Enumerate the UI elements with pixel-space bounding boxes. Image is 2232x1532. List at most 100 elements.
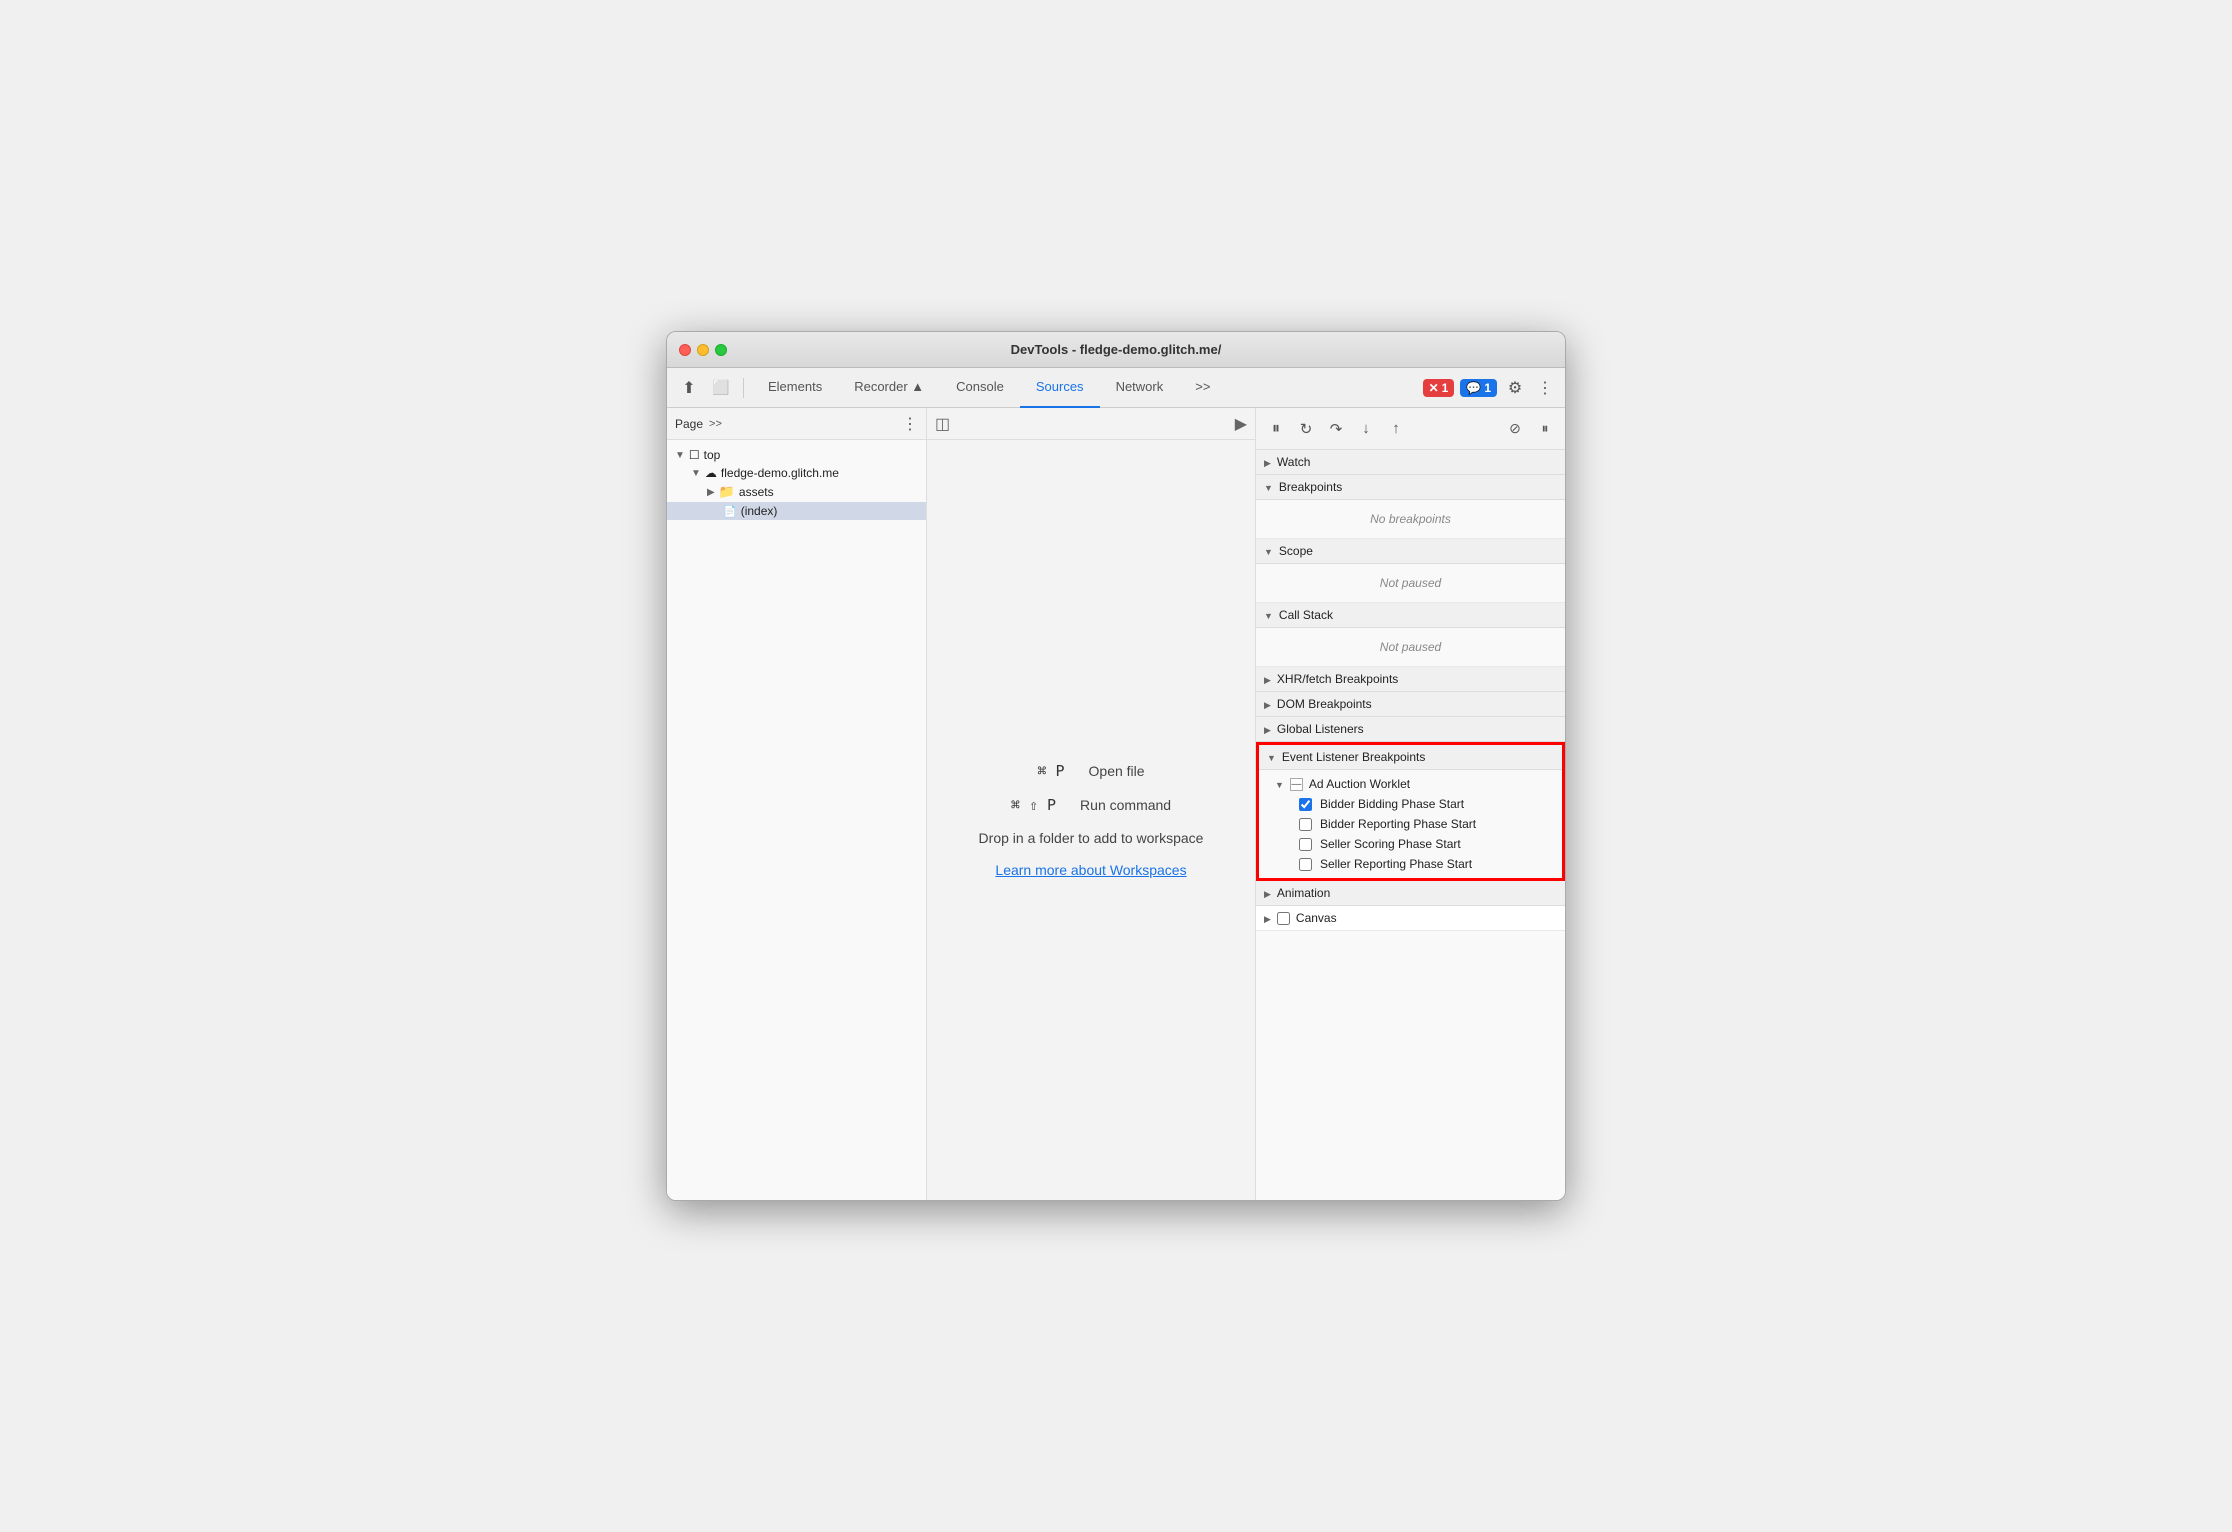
ad-auction-worklet-label: Ad Auction Worklet	[1309, 777, 1410, 791]
tab-recorder[interactable]: Recorder ▲	[838, 368, 940, 408]
global-listeners-chevron-icon	[1264, 722, 1271, 736]
right-panel-scroll[interactable]: Watch Breakpoints No breakpoints Scope N…	[1256, 450, 1565, 1200]
event-listener-breakpoints-header[interactable]: Event Listener Breakpoints	[1259, 745, 1562, 770]
tree-item-top[interactable]: ▼ ☐ top	[667, 446, 926, 464]
tree-item-index[interactable]: 📄 (index)	[667, 502, 926, 520]
tree-item-label: fledge-demo.glitch.me	[721, 466, 839, 480]
right-panel: ⏸ ↻ ↷ ↓ ↑ ⊘ ⏸ Watch Breakpoints	[1255, 408, 1565, 1200]
settings-icon[interactable]: ⚙	[1503, 376, 1527, 400]
message-icon: 💬	[1466, 381, 1481, 395]
bidder-bidding-phase-item[interactable]: Bidder Bidding Phase Start	[1259, 794, 1562, 814]
xhr-breakpoints-section-header[interactable]: XHR/fetch Breakpoints	[1256, 667, 1565, 692]
bidder-reporting-phase-item[interactable]: Bidder Reporting Phase Start	[1259, 814, 1562, 834]
scope-section-header[interactable]: Scope	[1256, 539, 1565, 564]
animation-label: Animation	[1277, 886, 1330, 900]
ad-auction-chevron-icon	[1275, 777, 1284, 791]
middle-toolbar: ◫ ▶	[927, 408, 1255, 440]
traffic-lights	[679, 344, 727, 356]
chevron-right-icon: ▶	[707, 487, 715, 498]
seller-scoring-checkbox[interactable]	[1299, 838, 1312, 851]
dom-breakpoints-section-header[interactable]: DOM Breakpoints	[1256, 692, 1565, 717]
breakpoints-label: Breakpoints	[1279, 480, 1342, 494]
run-command-label: Run command	[1080, 797, 1171, 813]
resume-icon[interactable]: ↻	[1294, 417, 1318, 441]
animation-section-header[interactable]: Animation	[1256, 881, 1565, 906]
step-into-icon[interactable]: ↓	[1354, 417, 1378, 441]
errors-badge[interactable]: ✕ 1	[1423, 379, 1455, 397]
toolbar-separator	[743, 378, 744, 398]
window-title: DevTools - fledge-demo.glitch.me/	[1011, 342, 1222, 357]
call-stack-body: Not paused	[1256, 628, 1565, 667]
more-options-icon[interactable]: ⋮	[1533, 376, 1557, 400]
event-listener-chevron-icon	[1267, 750, 1276, 764]
left-panel-toolbar: Page >> ⋮	[667, 408, 926, 440]
bidder-reporting-checkbox[interactable]	[1299, 818, 1312, 831]
pause-on-exception-icon[interactable]: ⏸	[1533, 417, 1557, 441]
tab-console[interactable]: Console	[940, 368, 1020, 408]
event-listener-breakpoints-section: Event Listener Breakpoints — Ad Auction …	[1256, 742, 1565, 881]
tree-item-label: assets	[739, 485, 774, 499]
worklet-section: — Ad Auction Worklet Bidder Bidding Phas…	[1259, 770, 1562, 878]
ad-auction-worklet-header[interactable]: — Ad Auction Worklet	[1259, 774, 1562, 794]
watch-section-header[interactable]: Watch	[1256, 450, 1565, 475]
tab-elements[interactable]: Elements	[752, 368, 838, 408]
seller-reporting-label: Seller Reporting Phase Start	[1320, 857, 1472, 871]
watch-label: Watch	[1277, 455, 1311, 469]
maximize-button[interactable]	[715, 344, 727, 356]
breakpoints-empty: No breakpoints	[1268, 506, 1553, 532]
canvas-chevron-icon	[1264, 911, 1271, 925]
tab-sources[interactable]: Sources	[1020, 368, 1100, 408]
open-file-row: ⌘ P Open file	[1037, 762, 1144, 780]
toolbar-right: ✕ 1 💬 1 ⚙ ⋮	[1423, 376, 1557, 400]
cloud-icon: ☁	[705, 466, 717, 480]
more-panels-icon[interactable]: >>	[709, 418, 722, 430]
xhr-breakpoints-label: XHR/fetch Breakpoints	[1277, 672, 1398, 686]
xhr-chevron-icon	[1264, 672, 1271, 686]
step-over-icon[interactable]: ↷	[1324, 417, 1348, 441]
canvas-section-header[interactable]: Canvas	[1256, 906, 1565, 931]
tab-network[interactable]: Network	[1100, 368, 1180, 408]
call-stack-section-header[interactable]: Call Stack	[1256, 603, 1565, 628]
seller-reporting-phase-item[interactable]: Seller Reporting Phase Start	[1259, 854, 1562, 874]
left-toolbar-icons: ⋮	[902, 414, 918, 434]
tab-more[interactable]: >>	[1179, 368, 1226, 408]
sidebar-toggle-icon[interactable]: ◫	[935, 414, 950, 434]
breakpoints-section-header[interactable]: Breakpoints	[1256, 475, 1565, 500]
deactivate-breakpoints-icon[interactable]: ⊘	[1503, 417, 1527, 441]
event-listener-breakpoints-label: Event Listener Breakpoints	[1282, 750, 1425, 764]
seller-scoring-phase-item[interactable]: Seller Scoring Phase Start	[1259, 834, 1562, 854]
main-toolbar: ⬆ ⬜ Elements Recorder ▲ Console Sources …	[667, 368, 1565, 408]
scope-empty: Not paused	[1268, 570, 1553, 596]
step-out-icon[interactable]: ↑	[1384, 417, 1408, 441]
messages-badge[interactable]: 💬 1	[1460, 379, 1497, 397]
panel-menu-icon[interactable]: ⋮	[902, 414, 918, 434]
bidder-reporting-label: Bidder Reporting Phase Start	[1320, 817, 1476, 831]
close-button[interactable]	[679, 344, 691, 356]
tree-item-icon: ☐	[689, 448, 700, 462]
workspace-link[interactable]: Learn more about Workspaces	[995, 862, 1186, 878]
canvas-checkbox[interactable]	[1277, 912, 1290, 925]
minimize-button[interactable]	[697, 344, 709, 356]
run-command-row: ⌘ ⇧ P Run command	[1011, 796, 1171, 814]
run-icon[interactable]: ▶	[1235, 414, 1247, 434]
dom-breakpoints-label: DOM Breakpoints	[1277, 697, 1372, 711]
cursor-tool-icon[interactable]: ⬆	[675, 374, 703, 402]
tree-item-domain[interactable]: ▼ ☁ fledge-demo.glitch.me	[667, 464, 926, 482]
global-listeners-section-header[interactable]: Global Listeners	[1256, 717, 1565, 742]
file-icon: 📄	[723, 505, 737, 518]
main-tabs: Elements Recorder ▲ Console Sources Netw…	[752, 368, 1419, 408]
open-file-label: Open file	[1089, 763, 1145, 779]
bidder-bidding-checkbox[interactable]	[1299, 798, 1312, 811]
file-tree: ▼ ☐ top ▼ ☁ fledge-demo.glitch.me ▶ 📁 as…	[667, 440, 926, 1200]
debug-toolbar: ⏸ ↻ ↷ ↓ ↑ ⊘ ⏸	[1256, 408, 1565, 450]
pause-icon[interactable]: ⏸	[1264, 417, 1288, 441]
middle-panel: ◫ ▶ ⌘ P Open file ⌘ ⇧ P Run command Drop…	[927, 408, 1255, 1200]
chevron-down-icon: ▼	[691, 468, 701, 479]
tree-item-label: top	[704, 448, 721, 462]
device-toggle-icon[interactable]: ⬜	[707, 374, 735, 402]
run-command-shortcut: ⌘ ⇧ P	[1011, 796, 1056, 814]
scope-chevron-icon	[1264, 544, 1273, 558]
tree-item-assets[interactable]: ▶ 📁 assets	[667, 482, 926, 502]
open-file-shortcut: ⌘ P	[1037, 762, 1064, 780]
seller-reporting-checkbox[interactable]	[1299, 858, 1312, 871]
